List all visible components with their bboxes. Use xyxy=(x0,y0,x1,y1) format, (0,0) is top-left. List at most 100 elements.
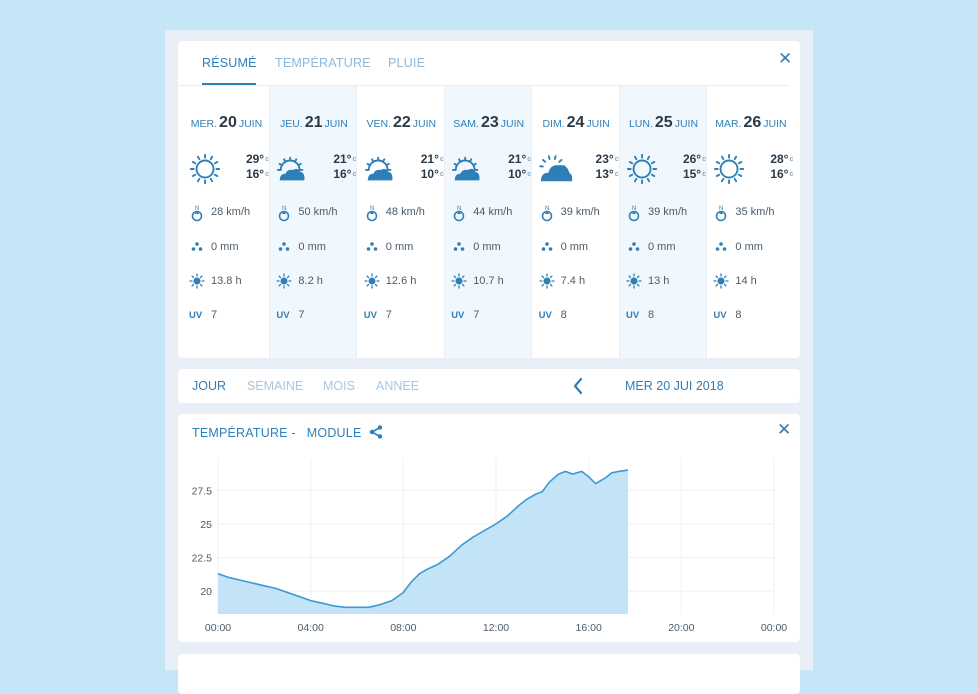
day-weekday: JEU. xyxy=(280,118,303,130)
day-number: 23 xyxy=(481,114,499,131)
uv-row: UV 7 xyxy=(189,307,269,321)
day-month: JUIN xyxy=(239,118,262,130)
forecast-days: MER.20JUIN 29°c 16°c N 28 km/h 0 mm 13.8… xyxy=(183,86,795,358)
sunshine-row: 7.4 h xyxy=(539,273,619,289)
x-tick-label: 00:00 xyxy=(761,622,787,634)
temp-unit: c xyxy=(702,156,706,163)
forecast-day[interactable]: VEN.22JUIN 21°c 10°c N 48 km/h 0 mm 12.6… xyxy=(358,86,445,358)
x-tick-label: 08:00 xyxy=(390,622,416,634)
tab-semaine[interactable]: SEMAINE xyxy=(247,379,303,393)
uv-index: 7 xyxy=(298,309,304,321)
sunshine-row: 14 h xyxy=(713,273,793,289)
chart-close-icon[interactable]: ✕ xyxy=(777,421,791,438)
forecast-day[interactable]: LUN.25JUIN 26°c 15°c N 39 km/h 0 mm 13 h… xyxy=(620,86,707,358)
forecast-day[interactable]: JEU.21JUIN 21°c 16°c N 50 km/h 0 mm 8.2 … xyxy=(270,86,357,358)
sunshine-row: 8.2 h xyxy=(276,273,356,289)
wind-speed: 39 km/h xyxy=(648,206,687,218)
uv-row: UV 7 xyxy=(451,307,531,321)
sunshine-row: 13 h xyxy=(626,273,706,289)
chevron-left-icon[interactable] xyxy=(572,377,584,395)
day-weekday: MAR. xyxy=(715,118,741,130)
day-weekday: SAM. xyxy=(453,118,479,130)
wind-row: N 39 km/h xyxy=(626,204,706,220)
temp-unit: c xyxy=(352,156,356,163)
uv-row: UV 8 xyxy=(539,307,619,321)
tab-resume[interactable]: RÉSUMÉ xyxy=(202,56,257,70)
day-header: LUN.25JUIN xyxy=(620,114,707,132)
uv-index: 7 xyxy=(473,309,479,321)
wind-row: N 44 km/h xyxy=(451,204,531,220)
tab-mois[interactable]: MOIS xyxy=(323,379,355,393)
sunshine-hours: 14 h xyxy=(735,275,756,287)
x-tick-label: 00:00 xyxy=(205,622,231,634)
forecast-day[interactable]: DIM.24JUIN 23°c 13°c N 39 km/h 0 mm 7.4 … xyxy=(533,86,620,358)
forecast-day[interactable]: SAM.23JUIN 21°c 10°c N 44 km/h 0 mm 10.7… xyxy=(445,86,532,358)
sunshine-row: 12.6 h xyxy=(364,273,444,289)
temp-max: 26° xyxy=(683,152,701,166)
uv-label: UV xyxy=(364,310,377,321)
sunshine-hours: 13.8 h xyxy=(211,275,242,287)
current-date: MER 20 JUI 2018 xyxy=(625,379,724,393)
x-tick-label: 12:00 xyxy=(483,622,509,634)
day-month: JUIN xyxy=(325,118,348,130)
tab-annee[interactable]: ANNEE xyxy=(376,379,419,393)
rain-row: 0 mm xyxy=(713,239,793,255)
temp-unit: c xyxy=(615,156,619,163)
wind-row: N 28 km/h xyxy=(189,204,269,220)
forecast-day[interactable]: MER.20JUIN 29°c 16°c N 28 km/h 0 mm 13.8… xyxy=(183,86,270,358)
temp-min: 16° xyxy=(770,167,788,181)
rain-row: 0 mm xyxy=(626,239,706,255)
temp-unit: c xyxy=(527,156,531,163)
rain-amount: 0 mm xyxy=(298,241,326,253)
temp-min: 10° xyxy=(421,167,439,181)
sunshine-hours: 13 h xyxy=(648,275,669,287)
uv-label: UV xyxy=(713,310,726,321)
wind-speed: 28 km/h xyxy=(211,206,250,218)
close-icon[interactable]: ✕ xyxy=(778,50,792,67)
share-icon[interactable] xyxy=(369,425,383,439)
day-number: 26 xyxy=(743,114,761,131)
x-tick-label: 16:00 xyxy=(576,622,602,634)
tab-pluie[interactable]: PLUIE xyxy=(388,56,425,70)
day-number: 22 xyxy=(393,114,411,131)
temperature-chart-card: 00:0004:0008:0012:0016:0020:0000:002022.… xyxy=(178,414,800,642)
sun-icon xyxy=(189,152,223,186)
tab-jour[interactable]: JOUR xyxy=(192,379,226,393)
day-header: JEU.21JUIN xyxy=(270,114,357,132)
forecast-day[interactable]: MAR.26JUIN 28°c 16°c N 35 km/h 0 mm 14 h… xyxy=(707,86,794,358)
sunshine-row: 10.7 h xyxy=(451,273,531,289)
y-tick-label: 25 xyxy=(200,519,212,531)
day-weekday: MER. xyxy=(191,118,217,130)
temp-max: 21° xyxy=(421,152,439,166)
rain-row: 0 mm xyxy=(539,239,619,255)
chart-title-label: TEMPÉRATURE - xyxy=(192,426,296,440)
temp-unit: c xyxy=(615,171,619,178)
rain-amount: 0 mm xyxy=(211,241,239,253)
rain-row: 0 mm xyxy=(276,239,356,255)
wind-row: N 39 km/h xyxy=(539,204,619,220)
day-month: JUIN xyxy=(763,118,786,130)
day-number: 25 xyxy=(655,114,673,131)
partly-cloudy-icon xyxy=(276,152,310,186)
day-weekday: LUN. xyxy=(629,118,653,130)
wind-speed: 48 km/h xyxy=(386,206,425,218)
temp-min: 16° xyxy=(333,167,351,181)
temp-unit: c xyxy=(789,171,793,178)
temp-max: 21° xyxy=(508,152,526,166)
uv-index: 7 xyxy=(211,309,217,321)
day-header: DIM.24JUIN xyxy=(533,114,620,132)
uv-index: 8 xyxy=(735,309,741,321)
temp-min: 13° xyxy=(596,167,614,181)
period-nav: JOUR SEMAINE MOIS ANNEE MER 20 JUI 2018 xyxy=(178,369,800,403)
temp-min: 10° xyxy=(508,167,526,181)
day-number: 24 xyxy=(567,114,585,131)
partly-cloudy-icon xyxy=(451,152,485,186)
uv-label: UV xyxy=(189,310,202,321)
x-tick-label: 04:00 xyxy=(298,622,324,634)
x-tick-label: 20:00 xyxy=(668,622,694,634)
chart-module-label[interactable]: MODULE xyxy=(307,426,362,440)
day-number: 20 xyxy=(219,114,237,131)
tab-temperature[interactable]: TEMPÉRATURE xyxy=(275,56,371,70)
temperature-chart: 00:0004:0008:0012:0016:0020:0000:002022.… xyxy=(178,414,800,642)
sun-icon xyxy=(713,152,747,186)
